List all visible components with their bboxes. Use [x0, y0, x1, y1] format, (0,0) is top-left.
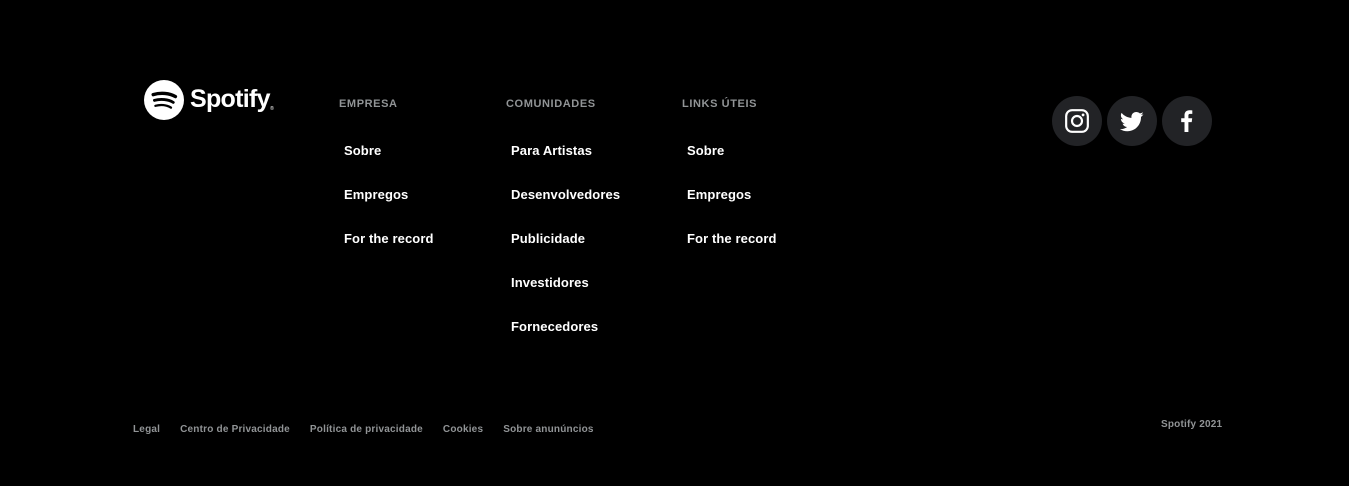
registered-mark: ®	[270, 106, 274, 112]
link-for-the-record[interactable]: For the record	[344, 231, 434, 246]
site-footer: Spotify ® Empresa Sobre Empregos For the…	[0, 0, 1349, 486]
list-item: Sobre	[682, 144, 777, 188]
list-item: Para Artistas	[506, 144, 620, 188]
list-item: Investidores	[506, 276, 620, 320]
link-sobre[interactable]: Sobre	[344, 143, 381, 158]
list-item: For the record	[682, 232, 777, 276]
column-heading-empresa: Empresa	[339, 98, 398, 110]
link-list-links-uteis: Sobre Empregos For the record	[682, 144, 777, 276]
copyright: Spotify 2021	[1161, 419, 1223, 430]
list-item: Empregos	[682, 188, 777, 232]
link-for-the-record[interactable]: For the record	[687, 231, 777, 246]
link-sobre-anuncios[interactable]: Sobre anunúncios	[503, 424, 593, 436]
twitter-icon	[1120, 112, 1144, 132]
link-sobre[interactable]: Sobre	[687, 143, 724, 158]
social-links	[1052, 96, 1217, 146]
link-para-artistas[interactable]: Para Artistas	[511, 143, 592, 158]
link-list-empresa: Sobre Empregos For the record	[339, 144, 434, 276]
column-heading-links-uteis: Links úteis	[682, 98, 758, 110]
footer-column-links-uteis: Links úteis Sobre Empregos For the recor…	[682, 97, 777, 276]
footer-column-comunidades: Comunidades Para Artistas Desenvolvedore…	[506, 97, 620, 364]
column-heading-comunidades: Comunidades	[506, 98, 596, 110]
footer-column-empresa: Empresa Sobre Empregos For the record	[339, 97, 434, 276]
spotify-wordmark: Spotify	[190, 85, 271, 113]
twitter-button[interactable]	[1107, 96, 1157, 146]
facebook-icon	[1181, 110, 1193, 132]
link-list-comunidades: Para Artistas Desenvolvedores Publicidad…	[506, 144, 620, 364]
link-publicidade[interactable]: Publicidade	[511, 231, 585, 246]
instagram-button[interactable]	[1052, 96, 1102, 146]
link-cookies[interactable]: Cookies	[443, 424, 483, 436]
link-centro-de-privacidade[interactable]: Centro de Privacidade	[180, 424, 290, 436]
spotify-logo-icon	[144, 80, 184, 120]
link-empregos[interactable]: Empregos	[344, 187, 408, 202]
link-empregos[interactable]: Empregos	[687, 187, 751, 202]
list-item: Sobre	[339, 144, 434, 188]
legal-links: Legal Centro de Privacidade Política de …	[133, 424, 614, 436]
link-desenvolvedores[interactable]: Desenvolvedores	[511, 187, 620, 202]
list-item: Publicidade	[506, 232, 620, 276]
list-item: Empregos	[339, 188, 434, 232]
link-legal[interactable]: Legal	[133, 424, 160, 436]
link-politica-de-privacidade[interactable]: Política de privacidade	[310, 424, 423, 436]
list-item: Desenvolvedores	[506, 188, 620, 232]
link-fornecedores[interactable]: Fornecedores	[511, 319, 598, 334]
instagram-icon	[1065, 109, 1089, 133]
facebook-button[interactable]	[1162, 96, 1212, 146]
list-item: For the record	[339, 232, 434, 276]
spotify-logo[interactable]: Spotify ®	[144, 80, 274, 120]
link-investidores[interactable]: Investidores	[511, 275, 589, 290]
list-item: Fornecedores	[506, 320, 620, 364]
